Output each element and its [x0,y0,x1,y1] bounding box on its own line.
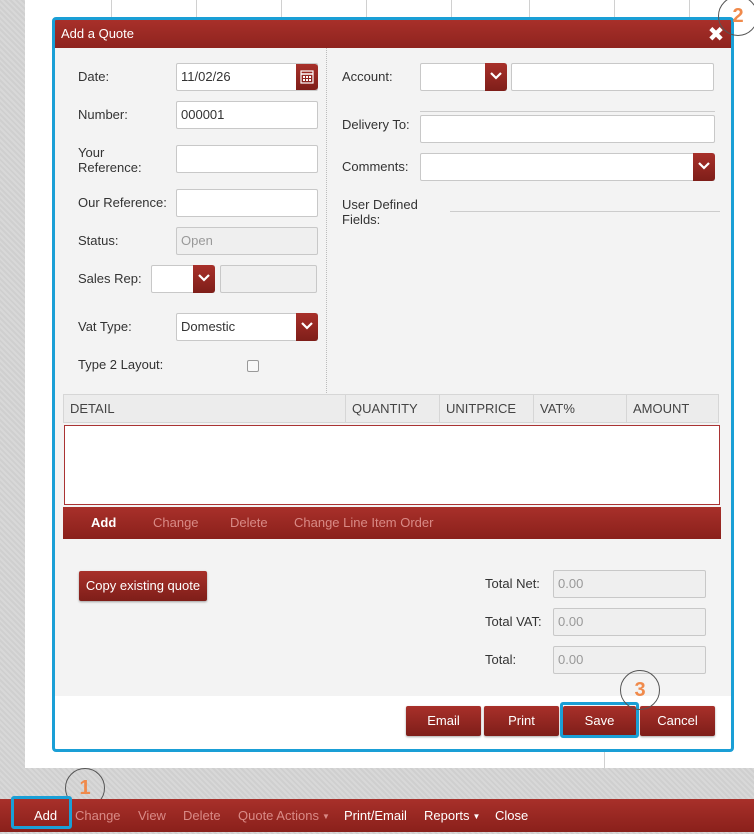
callout-step-2: 2 [718,0,754,36]
toolbar-close-button[interactable]: Close [495,799,528,832]
caret-down-icon: ▼ [472,812,481,822]
toolbar-print-email-button[interactable]: Print/Email [344,799,407,832]
toolbar-quote-actions-menu[interactable]: Quote Actions ▼ [238,799,330,833]
background-divider [604,750,605,768]
toolbar-view-button[interactable]: View [138,799,166,832]
save-highlight-frame [560,702,639,738]
toolbar-reports-menu[interactable]: Reports ▼ [424,799,480,833]
quote-actions-label: Quote Actions [238,808,319,823]
toolbar-delete-button[interactable]: Delete [183,799,221,832]
toolbar-change-button[interactable]: Change [75,799,121,832]
add-highlight-frame [11,796,72,829]
caret-down-icon: ▼ [321,812,330,822]
callout-step-3: 3 [620,670,660,710]
dialog-highlight-frame [52,17,734,752]
main-toolbar: Add Change View Delete Quote Actions ▼ Pr… [0,799,754,832]
background-grid-header [25,0,754,18]
reports-label: Reports [424,808,470,823]
